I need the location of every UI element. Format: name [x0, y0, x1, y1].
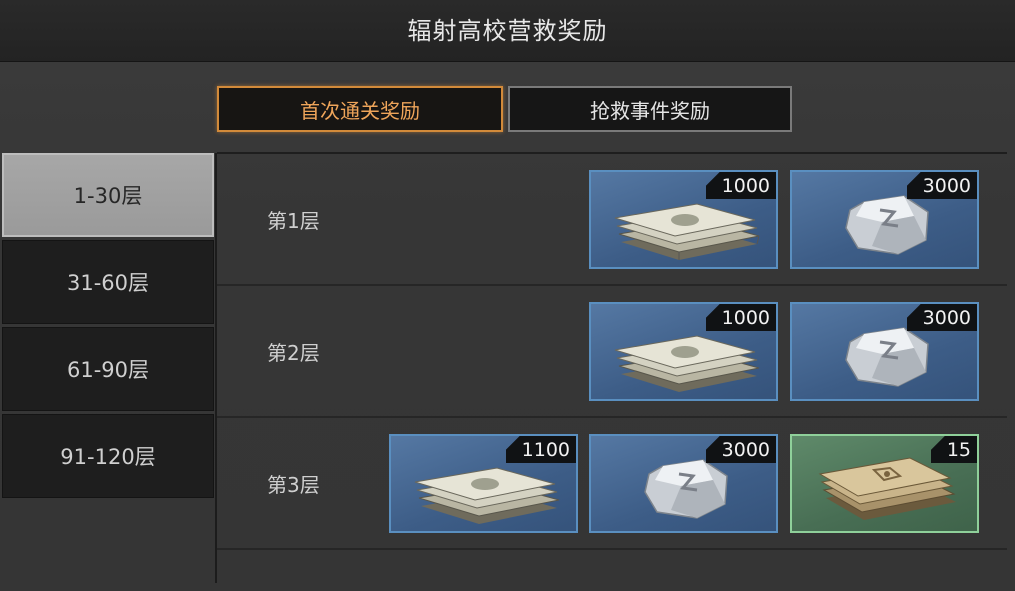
floor-range-91-120[interactable]: 91-120层 — [2, 414, 214, 498]
floor-label: 第1层 — [267, 208, 320, 233]
reward-quantity: 1100 — [505, 436, 576, 463]
title-bar: 辐射高校营救奖励 — [0, 0, 1015, 62]
reward-item-crystal[interactable]: 3000 — [790, 302, 979, 401]
floor-label: 第3层 — [267, 472, 320, 497]
reward-item-cash[interactable]: 1000 — [589, 170, 778, 269]
floor-range-31-60[interactable]: 31-60层 — [2, 240, 214, 324]
reward-item-crystal[interactable]: 3000 — [589, 434, 778, 533]
reward-row-floor-2: 第2层 1000 3000 — [217, 286, 1007, 418]
reward-panel: 首次通关奖励 抢救事件奖励 1-30层 31-60层 61-90层 91-120… — [0, 62, 1015, 591]
reward-quantity: 1000 — [705, 172, 776, 199]
reward-quantity: 3000 — [705, 436, 776, 463]
page-title: 辐射高校营救奖励 — [407, 17, 608, 45]
reward-item-crystal[interactable]: 3000 — [790, 170, 979, 269]
reward-quantity: 3000 — [906, 172, 977, 199]
floor-range-1-30[interactable]: 1-30层 — [2, 153, 214, 237]
reward-quantity: 3000 — [906, 304, 977, 331]
floor-label: 第2层 — [267, 340, 320, 365]
reward-item-cash[interactable]: 1100 — [389, 434, 578, 533]
reward-item-card-pack[interactable]: 15 — [790, 434, 979, 533]
reward-row-floor-1: 第1层 1000 3000 — [217, 154, 1007, 286]
floor-range-61-90[interactable]: 61-90层 — [2, 327, 214, 411]
reward-quantity: 1000 — [705, 304, 776, 331]
reward-row-floor-3: 第3层 1100 3000 15 — [217, 418, 1007, 550]
tab-first-clear-reward[interactable]: 首次通关奖励 — [217, 86, 503, 132]
tab-rescue-event-reward[interactable]: 抢救事件奖励 — [508, 86, 792, 132]
reward-item-cash[interactable]: 1000 — [589, 302, 778, 401]
